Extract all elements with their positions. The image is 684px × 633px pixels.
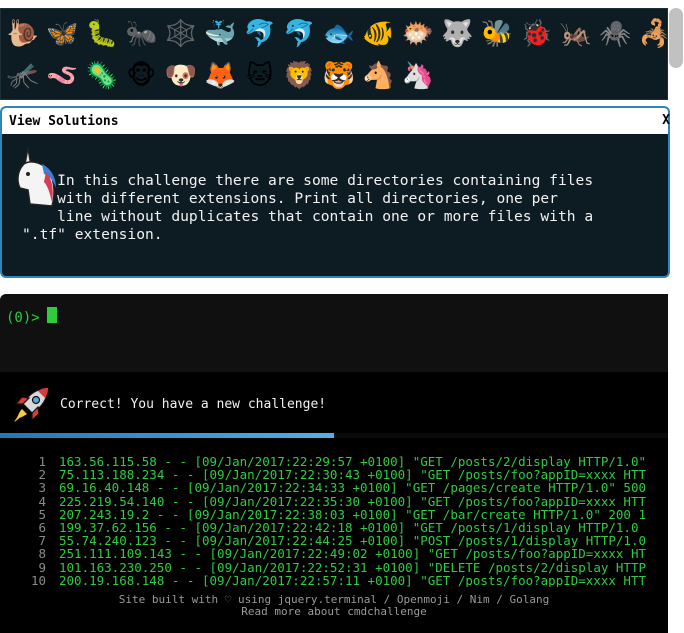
rocket-icon [14, 387, 49, 422]
emoji-row-2: 🦟 🪱 🦠 🐵 🐶 🦊 🐱 🦁 🐯 🐴 🦄 [3, 57, 438, 95]
line-number: 3 [38, 480, 46, 496]
log-line: 8 251.111.109.143 - - [09/Jan/2017:22:49:… [0, 547, 668, 560]
challenge-emoji-row2-1[interactable]: 🦟 [3, 57, 43, 95]
solutions-panel: View Solutions X In this challenge there… [0, 106, 670, 278]
line-number: 2 [38, 467, 46, 483]
challenge-emoji-row1-16[interactable]: 🕷️ [596, 15, 636, 53]
terminal-cursor[interactable] [47, 307, 57, 323]
challenge-emoji-row1-1[interactable]: 🐌 [3, 15, 43, 53]
challenge-emoji-grid: 🐌 🦋 🐛 🐜 🕸️ 🐳 🐬 🐬 🐟 🐠 🐡 🐺 🐝 🐞 🦗 🕷️ 🦂 🦟 🪱 🦠 🐵 🐶 🦊 🐱 🦁 🐯 🐴 🦄 [0, 8, 671, 100]
line-number: 1 [38, 455, 46, 469]
challenge-emoji-row1-8[interactable]: 🐬 [280, 15, 320, 53]
challenge-emoji-row2-11[interactable]: 🦄 [398, 57, 438, 95]
panel-header[interactable]: View Solutions X [2, 108, 670, 134]
challenge-emoji-row2-5[interactable]: 🐶 [161, 57, 201, 95]
challenge-emoji-row2-7[interactable]: 🐱 [240, 57, 280, 95]
log-line: 10 200.19.168.148 - - [09/Jan/2017:22:57:… [0, 574, 668, 587]
log-line: 9 101.163.230.250 - - [09/Jan/2017:22:52:… [0, 559, 668, 575]
challenge-emoji-row2-3[interactable]: 🦠 [82, 57, 122, 95]
line-number: 4 [38, 493, 46, 509]
log-line: 4 225.219.54.140 - - [09/Jan/2017:22:35:3… [0, 493, 668, 509]
challenge-emoji-row2-8[interactable]: 🦁 [280, 57, 320, 95]
challenge-emoji-row1-12[interactable]: 🐺 [438, 15, 478, 53]
command-terminal[interactable]: (0)> [0, 294, 668, 372]
terminal-prompt: (0)> [6, 310, 40, 326]
line-number: 9 [38, 559, 46, 575]
challenge-emoji-row2-4[interactable]: 🐵 [122, 57, 162, 95]
line-number: 6 [38, 520, 46, 536]
file-listing: 1 163.56.115.58 - - [09/Jan/2017:22:29:57… [0, 455, 668, 587]
challenge-emoji-row1-3[interactable]: 🐛 [82, 15, 122, 53]
challenge-emoji-row1-2[interactable]: 🦋 [43, 15, 83, 53]
page-scrollbar[interactable] [668, 0, 684, 633]
close-icon[interactable]: X [662, 113, 670, 128]
read-more-link[interactable]: Read more about cmdchallenge [241, 605, 426, 618]
challenge-emoji-row1-7[interactable]: 🐬 [240, 15, 280, 53]
challenge-emoji-row1-15[interactable]: 🦗 [556, 15, 596, 53]
line-number: 10 [30, 572, 46, 588]
log-entry-text: 101.163.230.250 - - [09/Jan/2017:22:52:3… [59, 559, 646, 575]
progress-fill [0, 433, 334, 438]
panel-title[interactable]: View Solutions [9, 114, 119, 129]
log-entry-text: 251.111.109.143 - - [09/Jan/2017:22:49:0… [59, 546, 646, 562]
challenge-emoji-row2-2[interactable]: 🪱 [43, 57, 83, 95]
log-line: 3 69.16.40.148 - - [09/Jan/2017:22:34:33 … [0, 481, 668, 494]
line-number: 5 [38, 506, 46, 522]
challenge-emoji-row2-10[interactable]: 🐴 [359, 57, 399, 95]
emoji-row-1: 🐌 🦋 🐛 🐜 🕸️ 🐳 🐬 🐬 🐟 🐠 🐡 🐺 🐝 🐞 🦗 🕷️ 🦂 [3, 15, 675, 53]
challenge-emoji-row1-17[interactable]: 🦂 [635, 15, 675, 53]
challenge-emoji-row1-14[interactable]: 🐞 [517, 15, 557, 53]
log-entry-text: 69.16.40.148 - - [09/Jan/2017:22:34:33 +… [59, 480, 646, 496]
challenge-emoji-row1-9[interactable]: 🐟 [319, 15, 359, 53]
log-entry-text: 200.19.168.148 - - [09/Jan/2017:22:57:11… [59, 572, 646, 588]
challenge-emoji-row1-6[interactable]: 🐳 [201, 15, 241, 53]
status-message: Correct! You have a new challenge! [60, 397, 327, 412]
footer: Site built with ♡ using jquery.terminal … [0, 594, 668, 618]
line-number: 8 [38, 546, 46, 562]
challenge-description: In this challenge there are some directo… [22, 172, 594, 243]
challenge-emoji-row1-11[interactable]: 🐡 [398, 15, 438, 53]
line-number: 7 [38, 533, 46, 549]
challenge-emoji-row2-6[interactable]: 🦊 [201, 57, 241, 95]
progress-bar [0, 433, 668, 438]
challenge-emoji-row1-13[interactable]: 🐝 [477, 15, 517, 53]
challenge-emoji-row1-4[interactable]: 🐜 [122, 15, 162, 53]
log-entry-text: 225.219.54.140 - - [09/Jan/2017:22:35:30… [59, 493, 646, 509]
challenge-emoji-row2-9[interactable]: 🐯 [319, 57, 359, 95]
challenge-emoji-row1-10[interactable]: 🐠 [359, 15, 399, 53]
challenge-emoji-row1-5[interactable]: 🕸️ [161, 15, 201, 53]
